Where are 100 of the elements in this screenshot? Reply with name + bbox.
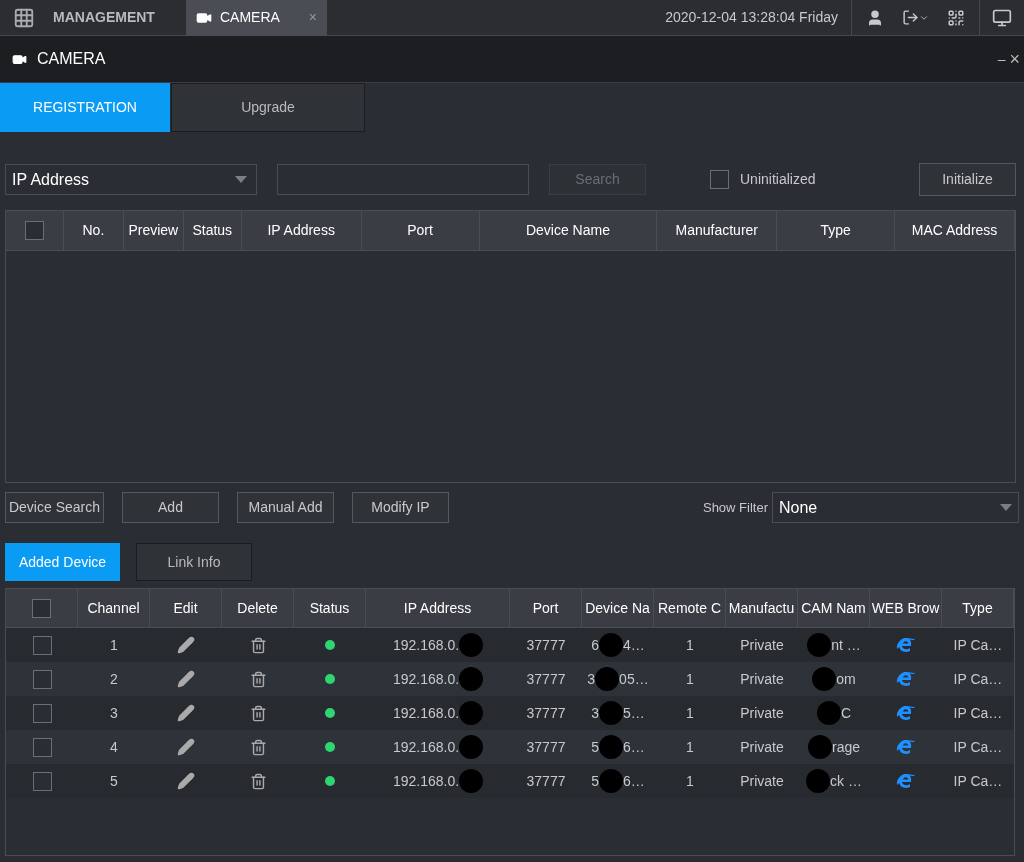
qr-code-icon[interactable] <box>947 8 965 27</box>
tab[interactable]: Upgrade <box>171 83 365 132</box>
field-dropdown[interactable]: IP Address <box>5 164 257 195</box>
column-header: No. <box>63 211 124 250</box>
table-cell-text: 1 <box>686 669 694 689</box>
column-header: Status <box>294 589 366 627</box>
table-cell-text: 2 <box>110 669 118 689</box>
redaction-mark <box>459 633 484 657</box>
checkbox[interactable] <box>32 771 52 791</box>
table-cell-text: 192.168.0. <box>392 669 460 689</box>
column-header: Edit <box>150 589 222 627</box>
table-cell-text: 37777 <box>526 737 566 757</box>
edit-icon[interactable] <box>177 670 195 688</box>
user-icon[interactable] <box>866 8 884 27</box>
menu-label[interactable]: MANAGEMENT <box>53 7 186 28</box>
column-header: Channel <box>78 589 150 627</box>
table-cell-text: 37777 <box>526 771 566 791</box>
trash-icon[interactable] <box>249 670 267 688</box>
table-cell-text: 37777 <box>526 635 566 655</box>
top-tab[interactable]: CAMERA × <box>186 0 327 36</box>
column-header: Type <box>777 211 896 250</box>
trash-icon[interactable] <box>249 704 267 722</box>
table-cell-text: 37777 <box>526 669 566 689</box>
table-cell-text: 05… <box>619 669 649 689</box>
redaction-mark <box>459 701 484 725</box>
table-cell-text: Private <box>740 635 784 655</box>
action-button[interactable]: Device Search <box>5 492 104 523</box>
checkbox-label: Uninitialized <box>740 170 816 189</box>
table-cell-text: 5 <box>591 771 599 791</box>
column-header: Preview <box>123 211 184 250</box>
checkbox[interactable] <box>32 737 52 757</box>
column-header: Remote C <box>654 589 726 627</box>
table-cell-text: 1 <box>686 771 694 791</box>
table-cell-text: 6… <box>623 771 645 791</box>
column-header: Device Name <box>479 211 658 250</box>
checkbox[interactable] <box>32 598 51 618</box>
monitor-icon[interactable] <box>992 7 1012 28</box>
column-header: MAC Address <box>895 211 1015 250</box>
column-header: Port <box>361 211 480 250</box>
column-header: CAM Nam <box>798 589 870 627</box>
column-header: IP Address <box>241 211 362 250</box>
table-cell-text: 6… <box>623 737 645 757</box>
redaction-mark <box>816 701 841 725</box>
action-button[interactable]: Modify IP <box>352 492 449 523</box>
table-cell-text: 6 <box>591 635 599 655</box>
checkbox[interactable] <box>32 703 52 723</box>
close-button[interactable]: × <box>1009 45 1020 73</box>
edit-icon[interactable] <box>177 704 195 722</box>
browser-e-icon[interactable] <box>896 635 916 655</box>
edit-icon[interactable] <box>177 738 195 756</box>
checkbox[interactable] <box>710 170 729 189</box>
browser-e-icon[interactable] <box>896 669 916 689</box>
table-cell-text: 4 <box>110 737 118 757</box>
checkbox[interactable] <box>24 221 44 240</box>
redaction-mark <box>599 769 623 793</box>
logout-icon[interactable] <box>902 9 929 26</box>
table-cell-text: 1 <box>110 635 118 655</box>
redaction-mark <box>599 633 623 657</box>
column-header: Delete <box>222 589 294 627</box>
caret-icon <box>235 176 247 183</box>
table-cell-text: IP Ca… <box>953 669 1003 689</box>
table-cell-text: C <box>840 703 852 723</box>
table-cell-text: om <box>836 669 856 689</box>
table-cell-text: IP Ca… <box>953 635 1003 655</box>
table-cell-text: rage <box>832 737 860 757</box>
browser-e-icon[interactable] <box>896 703 916 723</box>
column-header: Status <box>183 211 242 250</box>
table-cell-text: 192.168.0. <box>392 737 460 757</box>
table-cell-text: IP Ca… <box>953 771 1003 791</box>
redaction-mark <box>808 735 832 759</box>
filter-dropdown[interactable]: None <box>772 492 1019 523</box>
action-button[interactable]: Add <box>122 492 219 523</box>
action-button[interactable]: Manual Add <box>237 492 334 523</box>
trash-icon[interactable] <box>249 636 267 654</box>
browser-e-icon[interactable] <box>896 771 916 791</box>
edit-icon[interactable] <box>177 772 195 790</box>
initialize-button[interactable]: Initialize <box>919 163 1016 196</box>
table-cell-text: 5… <box>623 703 645 723</box>
table-cell-text: IP Ca… <box>953 703 1003 723</box>
window-title: CAMERA <box>37 49 106 69</box>
table-cell-text: Private <box>740 771 784 791</box>
checkbox[interactable] <box>32 635 52 655</box>
table-cell-text: 192.168.0. <box>392 635 460 655</box>
table-cell-text: 1 <box>686 703 694 723</box>
tab[interactable]: Link Info <box>136 543 252 581</box>
table-cell-text: 5 <box>591 737 599 757</box>
search-field[interactable] <box>277 164 529 195</box>
trash-icon[interactable] <box>249 738 267 756</box>
checkbox[interactable] <box>32 669 52 689</box>
edit-icon[interactable] <box>177 636 195 654</box>
grid-menu-icon[interactable] <box>13 6 35 29</box>
redaction-mark <box>459 769 484 793</box>
redaction-mark <box>459 735 484 759</box>
browser-e-icon[interactable] <box>896 737 916 757</box>
table-cell-text: 1 <box>686 737 694 757</box>
table-cell-text: nt … <box>831 635 861 655</box>
table-cell-text: 3 <box>110 703 118 723</box>
table-cell-text: 4… <box>623 635 645 655</box>
trash-icon[interactable] <box>249 772 267 790</box>
minimize-button[interactable]: – <box>997 48 1006 70</box>
